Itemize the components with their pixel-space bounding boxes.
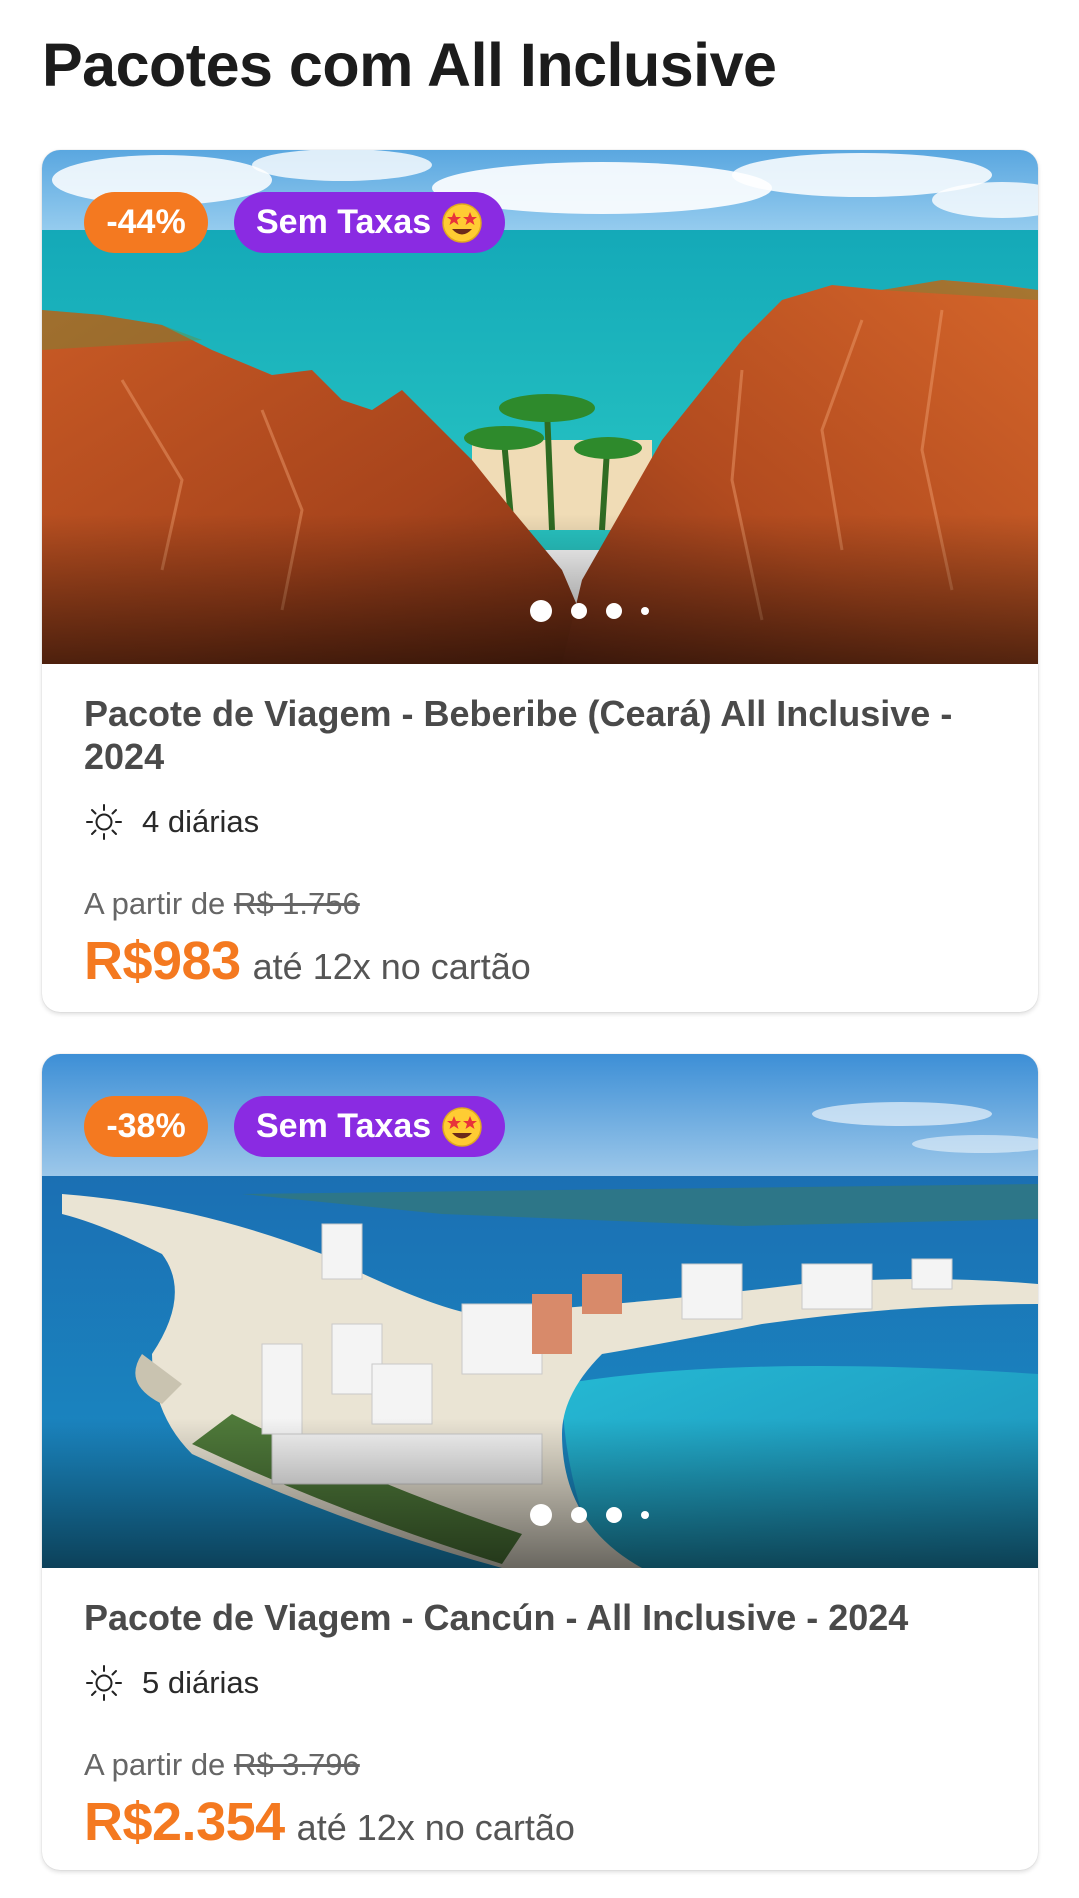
from-price-line: A partir de R$ 3.796	[84, 1747, 996, 1783]
discount-badge: -44%	[84, 192, 208, 253]
badges: -38% Sem Taxas	[84, 1096, 506, 1157]
star-struck-emoji-icon	[441, 202, 483, 244]
nights-info: 5 diárias	[84, 1663, 996, 1703]
carousel-dot-2[interactable]	[571, 603, 587, 619]
carousel-dot-1[interactable]	[530, 1504, 552, 1526]
price-row: R$2.354 até 12x no cartão	[84, 1791, 996, 1853]
badges: -44% Sem Taxas	[84, 192, 506, 253]
photo-gradient	[42, 514, 1038, 664]
from-label: A partir de	[84, 886, 226, 921]
carousel-dot-1[interactable]	[530, 600, 552, 622]
star-struck-emoji-icon	[441, 1106, 483, 1148]
from-label: A partir de	[84, 1747, 226, 1782]
old-price: R$ 3.796	[233, 1747, 360, 1782]
carousel-dot-2[interactable]	[571, 1507, 587, 1523]
nights-info: 4 diárias	[84, 802, 996, 842]
current-price: R$2.354	[84, 1792, 285, 1852]
no-fees-badge: Sem Taxas	[234, 1096, 506, 1157]
no-fees-label: Sem Taxas	[256, 1107, 432, 1145]
package-card-beberibe[interactable]: -44% Sem Taxas Pacote de Viagem - Beberi…	[42, 150, 1038, 1012]
installments-text: até 12x no cartão	[296, 1807, 575, 1848]
carousel-dot-4[interactable]	[641, 1511, 649, 1519]
carousel-dots[interactable]	[530, 600, 649, 622]
discount-badge: -38%	[84, 1096, 208, 1157]
current-price: R$983	[84, 931, 241, 991]
package-details: Pacote de Viagem - Cancún - All Inclusiv…	[42, 1568, 1038, 1853]
page: Pacotes com All Inclusive -44% Sem Taxas…	[0, 0, 1079, 1898]
package-details: Pacote de Viagem - Beberibe (Ceará) All …	[42, 664, 1038, 992]
from-price-line: A partir de R$ 1.756	[84, 886, 996, 922]
package-photo[interactable]: -44% Sem Taxas	[42, 150, 1038, 664]
carousel-dot-3[interactable]	[606, 603, 622, 619]
price-row: R$983 até 12x no cartão	[84, 930, 996, 992]
package-card-cancun[interactable]: -38% Sem Taxas Pacote de Viagem - Cancún…	[42, 1054, 1038, 1870]
installments-text: até 12x no cartão	[252, 946, 531, 987]
no-fees-label: Sem Taxas	[256, 203, 432, 241]
package-photo[interactable]: -38% Sem Taxas	[42, 1054, 1038, 1568]
carousel-dots[interactable]	[530, 1504, 649, 1526]
package-title[interactable]: Pacote de Viagem - Beberibe (Ceará) All …	[84, 692, 996, 778]
no-fees-badge: Sem Taxas	[234, 192, 506, 253]
old-price: R$ 1.756	[233, 886, 360, 921]
package-title[interactable]: Pacote de Viagem - Cancún - All Inclusiv…	[84, 1596, 996, 1639]
nights-count: 4 diárias	[142, 804, 260, 839]
photo-gradient	[42, 1418, 1038, 1568]
sun-icon	[86, 1665, 122, 1701]
nights-count: 5 diárias	[142, 1665, 260, 1700]
carousel-dot-3[interactable]	[606, 1507, 622, 1523]
carousel-dot-4[interactable]	[641, 607, 649, 615]
sun-icon	[86, 804, 122, 840]
section-title: Pacotes com All Inclusive	[42, 31, 777, 99]
